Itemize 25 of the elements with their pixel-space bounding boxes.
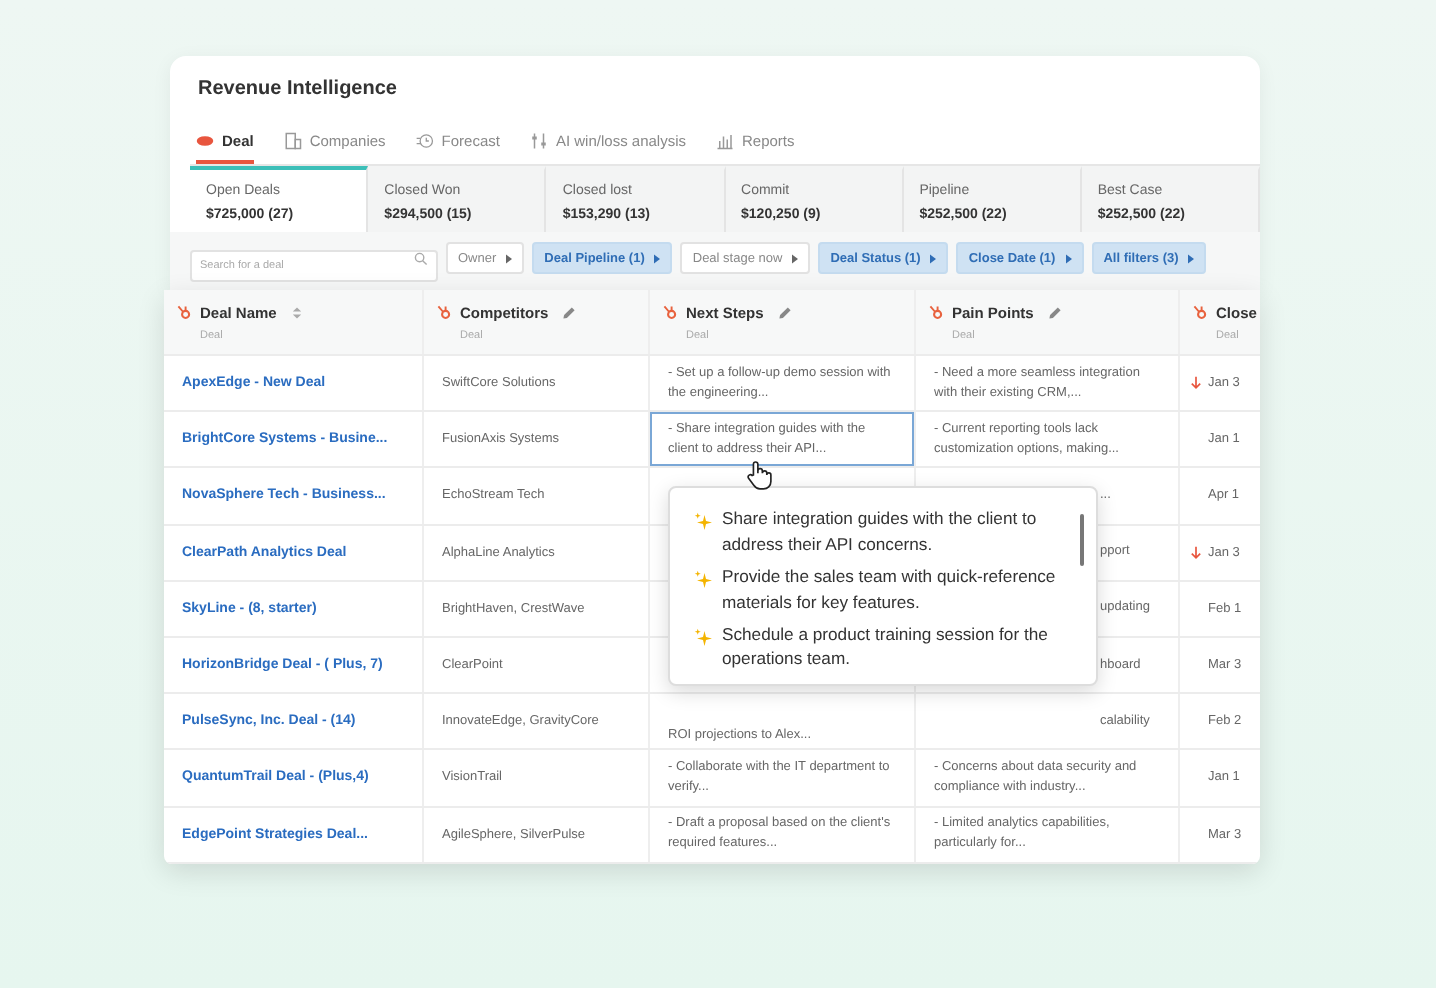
sparkle-icon [694,512,712,530]
scrollbar-thumb[interactable] [1079,514,1084,566]
caret-icon [792,253,799,263]
sort-icon[interactable] [290,305,305,319]
pencil-icon[interactable] [777,305,792,319]
sprocket-icon [928,304,944,320]
caret-icon [506,253,513,263]
caret-icon [654,253,661,263]
sprocket-icon [1192,304,1208,320]
search-icon [414,251,428,265]
pencil-icon[interactable] [562,305,577,319]
sliders-icon [529,131,548,149]
app-title: Revenue Intelligence [196,76,399,104]
sparkle-icon [694,569,712,588]
caret-icon [930,253,937,263]
building-icon [283,131,302,149]
bar-chart-icon [716,131,734,149]
clock-icon [415,131,434,149]
caret-icon [1188,253,1195,263]
sprocket-icon [436,304,452,320]
sparkle-icon [694,627,712,646]
caret-icon [1065,253,1072,263]
sprocket-icon [662,304,678,320]
pencil-icon[interactable] [1047,305,1062,319]
sprocket-icon [176,304,192,320]
